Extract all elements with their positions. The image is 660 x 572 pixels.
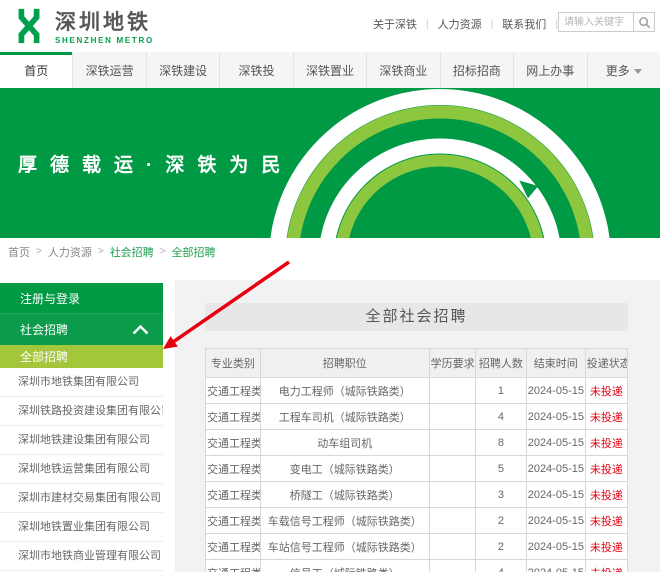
sidebar-item-company-4[interactable]: 深圳市建材交易集团有限公司 — [0, 484, 163, 513]
col-header-count: 招聘人数 — [476, 349, 527, 378]
link-hr[interactable]: 人力资源 — [438, 16, 482, 32]
chevron-down-icon — [634, 69, 642, 74]
nav-item-more[interactable]: 更多 — [588, 52, 660, 88]
status-badge: 未投递 — [585, 534, 627, 560]
col-header-education: 学历要求 — [429, 349, 475, 378]
status-badge: 未投递 — [585, 404, 627, 430]
status-badge: 未投递 — [585, 482, 627, 508]
breadcrumb-hr[interactable]: 人力资源 — [48, 244, 92, 260]
logo-text: 深圳地铁 SHENZHEN METRO — [55, 12, 154, 45]
table-row[interactable]: 交通工程类电力工程师（城际铁路类）12024-05-15未投递 — [206, 378, 628, 404]
hero-banner: 厚德载运·深铁为民 — [0, 88, 660, 238]
col-header-status: 投递状态 — [585, 349, 627, 378]
breadcrumb-separator: > — [160, 246, 166, 257]
sidebar-section-social-recruitment[interactable]: 社会招聘 — [0, 314, 163, 345]
main-content: 全部社会招聘 专业类别 招聘职位 学历要求 招聘人数 结束时间 投递状态 交通工… — [175, 280, 660, 572]
nav-item-home[interactable]: 首页 — [0, 52, 73, 88]
search-box — [558, 12, 655, 32]
main-nav: 首页 深铁运营 深铁建设 深铁投 深铁置业 深铁商业 招标招商 网上办事 更多 — [0, 52, 660, 88]
nav-item-investment[interactable]: 深铁投 — [220, 52, 293, 88]
metro-logo-icon — [10, 7, 48, 50]
link-separator: | — [491, 19, 494, 30]
sidebar-item-company-5[interactable]: 深圳地铁置业集团有限公司 — [0, 513, 163, 542]
breadcrumb-separator: > — [98, 246, 104, 257]
search-button[interactable] — [633, 13, 654, 31]
nav-item-construction[interactable]: 深铁建设 — [147, 52, 220, 88]
link-contact[interactable]: 联系我们 — [502, 16, 546, 32]
breadcrumb-home[interactable]: 首页 — [8, 244, 30, 260]
col-header-position: 招聘职位 — [260, 349, 429, 378]
sidebar-item-company-2[interactable]: 深圳地铁建设集团有限公司 — [0, 426, 163, 455]
job-table-header-row: 专业类别 招聘职位 学历要求 招聘人数 结束时间 投递状态 — [206, 349, 628, 378]
link-separator: | — [426, 19, 429, 30]
breadcrumb-social-recruitment[interactable]: 社会招聘 — [110, 244, 154, 260]
sidebar-item-all-recruitment[interactable]: 全部招聘 — [0, 345, 163, 368]
table-row[interactable]: 交通工程类信号工（城际铁路类）42024-05-15未投递 — [206, 560, 628, 572]
table-row[interactable]: 交通工程类桥隧工（城际铁路类）32024-05-15未投递 — [206, 482, 628, 508]
shenzhen-metro-recruitment-page: 深圳地铁 SHENZHEN METRO 关于深铁 | 人力资源 | 联系我们 |… — [0, 0, 660, 572]
banner-slogan: 厚德载运·深铁为民 — [18, 150, 293, 177]
sidebar: 注册与登录 社会招聘 全部招聘 深圳市地铁集团有限公司 深圳铁路投资建设集团有限… — [0, 283, 163, 571]
site-header: 深圳地铁 SHENZHEN METRO 关于深铁 | 人力资源 | 联系我们 |… — [0, 0, 660, 53]
sidebar-item-company-0[interactable]: 深圳市地铁集团有限公司 — [0, 368, 163, 397]
breadcrumb-all-recruitment[interactable]: 全部招聘 — [172, 244, 216, 260]
sidebar-item-company-1[interactable]: 深圳铁路投资建设集团有限公司 — [0, 397, 163, 426]
nav-item-operation[interactable]: 深铁运营 — [73, 52, 146, 88]
breadcrumb: 首页 > 人力资源 > 社会招聘 > 全部招聘 — [0, 238, 660, 265]
logo-title: 深圳地铁 — [55, 12, 154, 33]
table-row[interactable]: 交通工程类动车组司机82024-05-15未投递 — [206, 430, 628, 456]
col-header-category: 专业类别 — [206, 349, 261, 378]
page-title: 全部社会招聘 — [205, 303, 628, 331]
job-table: 专业类别 招聘职位 学历要求 招聘人数 结束时间 投递状态 交通工程类电力工程师… — [205, 348, 628, 572]
nav-item-commerce[interactable]: 深铁商业 — [367, 52, 440, 88]
nav-item-property[interactable]: 深铁置业 — [294, 52, 367, 88]
col-header-deadline: 结束时间 — [526, 349, 585, 378]
status-badge: 未投递 — [585, 560, 627, 572]
nav-item-online-services[interactable]: 网上办事 — [514, 52, 587, 88]
link-about[interactable]: 关于深铁 — [373, 16, 417, 32]
status-badge: 未投递 — [585, 430, 627, 456]
nav-item-bidding[interactable]: 招标招商 — [441, 52, 514, 88]
search-input[interactable] — [559, 13, 633, 31]
chevron-up-icon — [132, 325, 149, 335]
table-row[interactable]: 交通工程类工程车司机（城际铁路类）42024-05-15未投递 — [206, 404, 628, 430]
table-row[interactable]: 交通工程类车站信号工程师（城际铁路类）22024-05-15未投递 — [206, 534, 628, 560]
status-badge: 未投递 — [585, 378, 627, 404]
logo-subtitle: SHENZHEN METRO — [55, 36, 154, 45]
sidebar-item-company-6[interactable]: 深圳市地铁商业管理有限公司 — [0, 542, 163, 571]
search-icon — [638, 16, 651, 29]
table-row[interactable]: 交通工程类变电工（城际铁路类）52024-05-15未投递 — [206, 456, 628, 482]
metro-logo[interactable]: 深圳地铁 SHENZHEN METRO — [10, 7, 154, 50]
breadcrumb-separator: > — [36, 246, 42, 257]
status-badge: 未投递 — [585, 508, 627, 534]
sidebar-item-company-3[interactable]: 深圳地铁运营集团有限公司 — [0, 455, 163, 484]
sidebar-item-register-login[interactable]: 注册与登录 — [0, 283, 163, 314]
status-badge: 未投递 — [585, 456, 627, 482]
table-row[interactable]: 交通工程类车载信号工程师（城际铁路类）22024-05-15未投递 — [206, 508, 628, 534]
